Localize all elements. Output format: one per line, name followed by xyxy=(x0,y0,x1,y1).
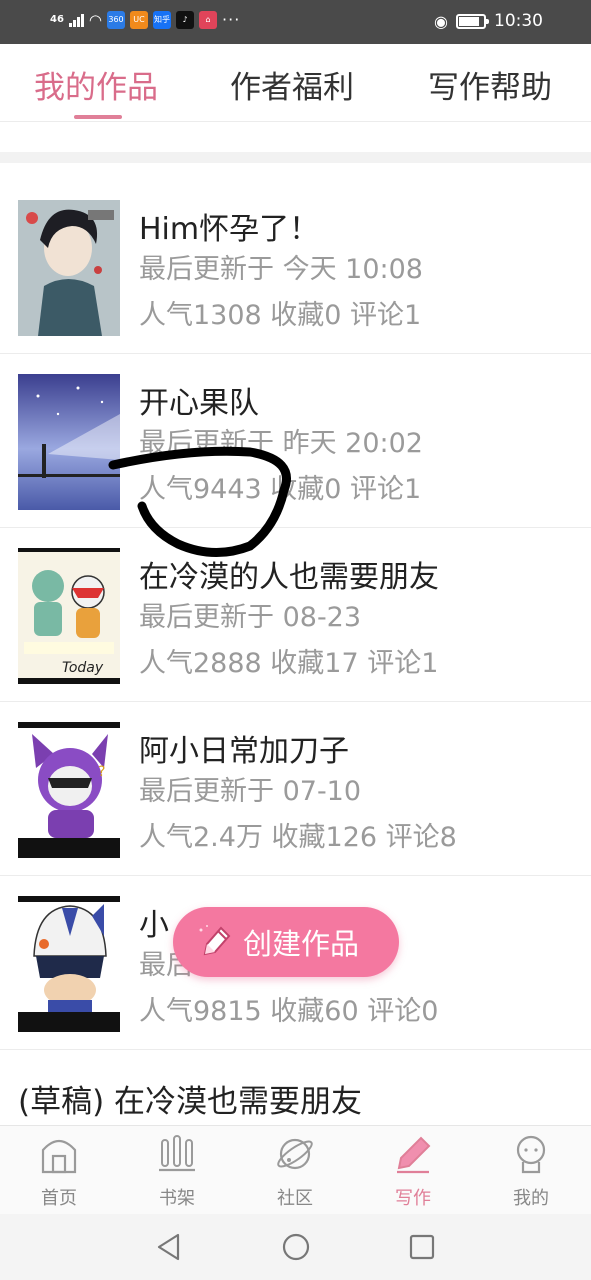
eye-comfort-icon: ◉ xyxy=(434,11,448,31)
planet-icon xyxy=(277,1138,313,1170)
work-title: Him怀孕了！ xyxy=(139,212,320,247)
work-title: 阿小日常加刀子 xyxy=(139,734,349,769)
section-divider xyxy=(0,152,591,163)
svg-text:?: ? xyxy=(98,764,105,780)
work-item[interactable]: ? 阿小日常加刀子 最后更新于 07-10 人气2.4万 收藏126 评论8 xyxy=(0,702,591,876)
work-cover xyxy=(18,200,120,336)
active-tab-indicator xyxy=(74,115,122,119)
work-updated-time: 最后更新于 今天 10:08 xyxy=(139,254,423,285)
create-work-label: 创建作品 xyxy=(243,927,360,961)
nav-label: 写作 xyxy=(395,1188,431,1209)
bottom-nav: 首页 书架 社区 写作 我的 xyxy=(0,1125,591,1214)
profile-icon xyxy=(516,1135,546,1174)
more-notifications-icon: ··· xyxy=(222,10,241,29)
work-cover xyxy=(18,374,120,510)
work-title: 小 xyxy=(139,908,169,943)
work-stats: 人气1308 收藏0 评论1 xyxy=(139,300,422,331)
back-icon[interactable] xyxy=(154,1232,184,1262)
wifi-icon: ◠ xyxy=(88,10,103,29)
status-time: 10:30 xyxy=(494,11,543,31)
nav-label: 首页 xyxy=(41,1188,77,1209)
nav-item-home[interactable]: 首页 xyxy=(0,1126,118,1215)
pencil-icon xyxy=(199,925,231,956)
recents-icon[interactable] xyxy=(407,1232,437,1262)
work-title: 在冷漠的人也需要朋友 xyxy=(139,560,439,595)
signal-icon xyxy=(68,13,84,27)
app-notification-icon: ⌂ xyxy=(199,10,218,29)
top-tabs: 我的作品 作者福利 写作帮助 xyxy=(0,44,591,122)
work-cover xyxy=(18,896,120,1032)
nav-item-bookshelf[interactable]: 书架 xyxy=(118,1126,236,1215)
nav-item-community[interactable]: 社区 xyxy=(236,1126,354,1215)
create-work-button[interactable]: 创建作品 xyxy=(173,907,399,977)
work-item[interactable]: Today 在冷漠的人也需要朋友 最后更新于 08-23 人气2888 收藏17… xyxy=(0,528,591,702)
work-stats: 人气2888 收藏17 评论1 xyxy=(139,648,439,679)
work-stats: 人气2.4万 收藏126 评论8 xyxy=(139,822,457,853)
home-icon xyxy=(41,1139,77,1174)
network-type: 46 xyxy=(50,14,64,25)
app-notification-icon: 知乎 xyxy=(153,10,172,29)
home-button-icon[interactable] xyxy=(281,1232,311,1262)
work-item[interactable]: Him怀孕了！ 最后更新于 今天 10:08 人气1308 收藏0 评论1 xyxy=(0,180,591,354)
bookshelf-icon xyxy=(159,1135,195,1172)
work-title: 开心果队 xyxy=(139,386,259,421)
nav-label: 我的 xyxy=(513,1188,549,1209)
app-notification-icon: ♪ xyxy=(176,10,195,29)
work-cover: Today xyxy=(18,548,120,684)
cover-caption: Today xyxy=(62,660,104,676)
app-notification-icon: 360 xyxy=(107,10,126,29)
tab-my-works[interactable]: 我的作品 xyxy=(34,62,158,107)
work-stats: 人气9443 收藏0 评论1 xyxy=(139,474,422,505)
status-right: ◉ 10:30 xyxy=(434,11,543,31)
nav-item-me[interactable]: 我的 xyxy=(472,1126,590,1215)
pen-icon xyxy=(397,1136,431,1174)
battery-icon xyxy=(456,13,489,29)
work-updated-time: 最后更新于 昨天 20:02 xyxy=(139,428,423,459)
work-updated-time: 最后更新于 07-10 xyxy=(139,776,362,807)
work-updated-time: 最后更新于 08-23 xyxy=(139,602,362,633)
system-nav-bar xyxy=(0,1214,591,1280)
draft-item[interactable]: (草稿) 在冷漠也需要朋友 xyxy=(18,1076,362,1121)
work-cover: ? xyxy=(18,722,120,858)
work-stats: 人气9815 收藏60 评论0 xyxy=(139,996,439,1027)
status-bar: 46 ◠ 360 UC 知乎 ♪ ⌂ ··· ◉ 10:30 xyxy=(0,0,591,44)
nav-item-write[interactable]: 写作 xyxy=(354,1126,472,1215)
tab-writing-help[interactable]: 写作帮助 xyxy=(428,62,552,107)
status-left: 46 ◠ 360 UC 知乎 ♪ ⌂ ··· xyxy=(50,10,240,29)
app-notification-icon: UC xyxy=(130,10,149,29)
nav-label: 书架 xyxy=(159,1188,195,1209)
nav-label: 社区 xyxy=(277,1188,313,1209)
work-item[interactable]: 开心果队 最后更新于 昨天 20:02 人气9443 收藏0 评论1 xyxy=(0,354,591,528)
tab-author-benefits[interactable]: 作者福利 xyxy=(230,62,354,107)
